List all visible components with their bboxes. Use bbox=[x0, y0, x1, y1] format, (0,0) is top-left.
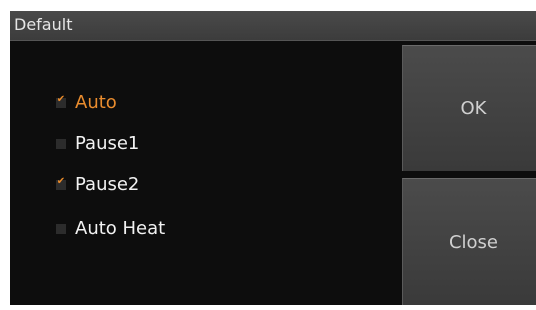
option-pause2[interactable]: ✔ Pause2 bbox=[56, 173, 256, 197]
option-auto[interactable]: ✔ Auto bbox=[56, 91, 256, 115]
option-auto-heat[interactable]: Auto Heat bbox=[56, 217, 256, 241]
option-label: Pause2 bbox=[75, 174, 140, 195]
checkbox[interactable] bbox=[56, 139, 66, 149]
default-dialog: Default ✔ Auto Pause1 ✔ Pause2 Auto Heat… bbox=[10, 11, 536, 305]
checkbox[interactable] bbox=[56, 224, 66, 234]
option-label: Pause1 bbox=[75, 133, 140, 154]
option-pause1[interactable]: Pause1 bbox=[56, 132, 256, 156]
check-icon: ✔ bbox=[56, 94, 66, 105]
ok-button[interactable]: OK bbox=[402, 45, 536, 171]
title-bar: Default bbox=[10, 11, 536, 41]
option-label: Auto Heat bbox=[75, 218, 166, 239]
close-button[interactable]: Close bbox=[402, 178, 536, 305]
check-icon: ✔ bbox=[56, 176, 66, 187]
option-label: Auto bbox=[75, 92, 117, 113]
dialog-title: Default bbox=[14, 15, 73, 34]
